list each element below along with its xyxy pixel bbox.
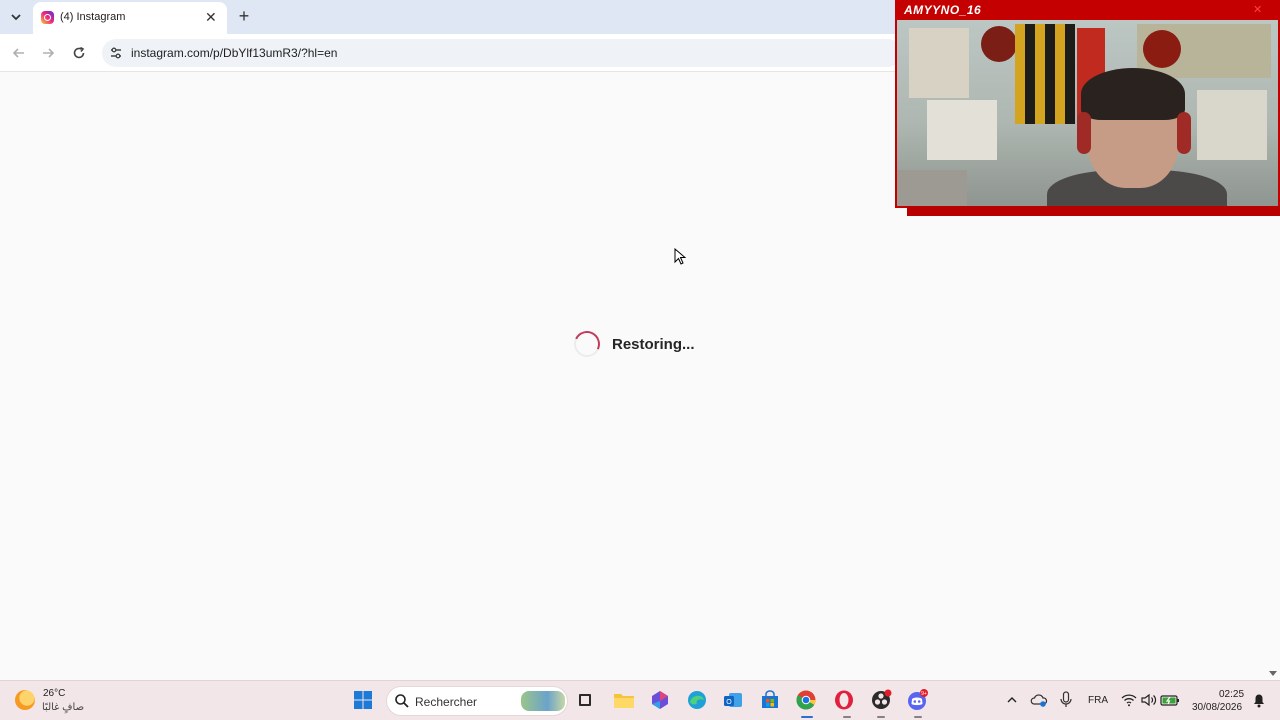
address-bar[interactable]: instagram.com/p/DbYlf13umR3/?hl=en bbox=[102, 39, 902, 67]
instagram-icon bbox=[41, 11, 54, 24]
obs-icon bbox=[872, 689, 892, 709]
outlook-button[interactable]: O bbox=[722, 689, 744, 711]
active-app-indicator bbox=[801, 716, 813, 718]
edge-button[interactable] bbox=[686, 689, 708, 711]
start-button[interactable] bbox=[352, 689, 374, 711]
running-indicator bbox=[914, 716, 922, 718]
chair bbox=[897, 170, 967, 206]
clock-time[interactable]: 02:25 bbox=[1219, 689, 1244, 700]
chevron-down-icon bbox=[11, 14, 21, 21]
search-icon bbox=[395, 694, 409, 708]
opera-icon bbox=[835, 690, 853, 710]
cloud-icon bbox=[1030, 694, 1048, 707]
headset-left bbox=[1077, 112, 1091, 154]
wall-poster bbox=[1197, 90, 1267, 160]
windows-icon bbox=[354, 691, 372, 709]
taskbar: 26°C صافٍ غالبًا Rechercher O 9+ FRA 02:… bbox=[0, 680, 1280, 720]
svg-text:O: O bbox=[726, 699, 732, 706]
webcam-video bbox=[897, 20, 1278, 206]
arrow-right-icon bbox=[43, 48, 55, 58]
weather-description[interactable]: صافٍ غالبًا bbox=[42, 702, 84, 713]
webcam-overlay: AMYYNO_16 ✕ bbox=[895, 0, 1280, 216]
back-button[interactable] bbox=[9, 43, 29, 63]
webcam-close-icon: ✕ bbox=[1253, 4, 1263, 16]
webcam-frame-bottom bbox=[907, 206, 1280, 216]
loading-indicator: Restoring... bbox=[570, 327, 695, 361]
search-highlight-image bbox=[521, 691, 565, 711]
volume-button[interactable] bbox=[1138, 689, 1160, 711]
search-placeholder: Rechercher bbox=[415, 695, 478, 709]
browser-tab-instagram[interactable]: (4) Instagram ✕ bbox=[33, 2, 227, 34]
opera-button[interactable] bbox=[833, 689, 855, 711]
new-tab-button[interactable]: + bbox=[235, 6, 253, 26]
loading-text: Restoring... bbox=[612, 335, 695, 353]
url-text[interactable]: instagram.com/p/DbYlf13umR3/?hl=en bbox=[131, 46, 337, 60]
discord-icon: 9+ bbox=[908, 689, 928, 710]
obs-button[interactable] bbox=[870, 689, 892, 711]
battery-charging-icon bbox=[1160, 695, 1179, 706]
clock-date[interactable]: 30/08/2026 bbox=[1192, 702, 1242, 713]
spinner-icon bbox=[570, 327, 604, 361]
mouse-cursor-icon bbox=[674, 248, 686, 265]
discord-notification-badge: 9+ bbox=[921, 691, 927, 697]
language-indicator[interactable]: FRA bbox=[1088, 695, 1108, 706]
task-view-button[interactable] bbox=[574, 689, 596, 711]
streamer-name: AMYYNO_16 bbox=[904, 3, 982, 17]
running-indicator bbox=[877, 716, 885, 718]
scroll-down-arrow-icon[interactable] bbox=[1268, 670, 1278, 678]
wall-poster bbox=[927, 100, 997, 160]
task-view-icon bbox=[579, 694, 591, 706]
outlook-icon: O bbox=[724, 693, 742, 707]
microphone-button[interactable] bbox=[1055, 689, 1077, 711]
onedrive-button[interactable] bbox=[1028, 689, 1050, 711]
wifi-icon bbox=[1121, 694, 1137, 707]
site-settings-icon[interactable] bbox=[109, 46, 123, 60]
chrome-icon bbox=[796, 690, 816, 710]
microsoft-365-icon bbox=[652, 691, 668, 709]
battery-button[interactable] bbox=[1159, 689, 1181, 711]
chevron-up-icon bbox=[1007, 697, 1017, 703]
club-crest bbox=[1143, 30, 1181, 68]
microsoft-365-button[interactable] bbox=[649, 689, 671, 711]
speaker-icon bbox=[1141, 693, 1157, 707]
arrow-left-icon bbox=[12, 48, 24, 58]
tab-title: (4) Instagram bbox=[60, 11, 126, 23]
show-hidden-icons-button[interactable] bbox=[1001, 689, 1023, 711]
notifications-button[interactable] bbox=[1248, 689, 1270, 711]
network-button[interactable] bbox=[1118, 689, 1140, 711]
store-icon bbox=[762, 690, 778, 708]
taskbar-search[interactable]: Rechercher bbox=[386, 686, 568, 716]
reload-button[interactable] bbox=[69, 43, 89, 63]
person-hair bbox=[1081, 68, 1185, 120]
edge-icon bbox=[688, 691, 706, 709]
folder-icon bbox=[614, 694, 634, 708]
microsoft-store-button[interactable] bbox=[759, 689, 781, 711]
microphone-icon bbox=[1060, 691, 1072, 707]
wall-poster bbox=[909, 28, 969, 98]
tab-search-button[interactable] bbox=[6, 7, 26, 27]
close-tab-icon[interactable]: ✕ bbox=[205, 9, 217, 25]
bell-icon bbox=[1254, 694, 1264, 708]
discord-button[interactable]: 9+ bbox=[906, 689, 928, 711]
headset-right bbox=[1177, 112, 1191, 154]
file-explorer-button[interactable] bbox=[613, 689, 635, 711]
weather-temperature[interactable]: 26°C bbox=[43, 688, 65, 699]
weather-sun-icon[interactable] bbox=[15, 690, 35, 710]
hanging-scarf bbox=[1015, 24, 1075, 124]
club-crest bbox=[981, 26, 1017, 62]
running-indicator bbox=[843, 716, 851, 718]
forward-button[interactable] bbox=[38, 43, 58, 63]
chrome-button[interactable] bbox=[795, 689, 817, 711]
reload-icon bbox=[73, 46, 85, 59]
